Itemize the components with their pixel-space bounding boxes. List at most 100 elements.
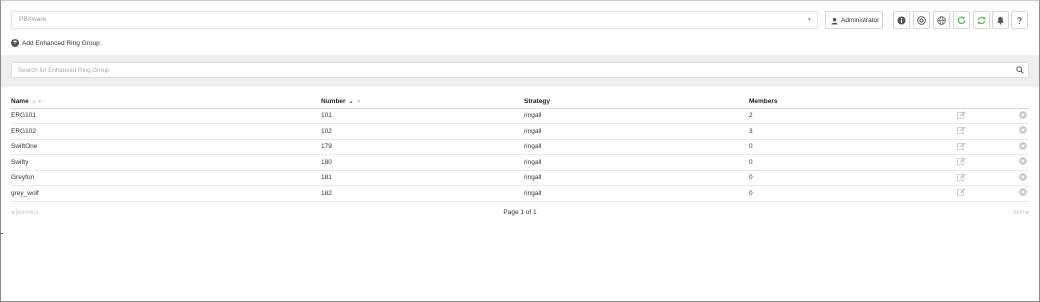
cell-number: 179 [321, 139, 524, 155]
cell-members: 0 [749, 154, 949, 171]
bell-icon [997, 16, 1004, 25]
cell-strategy: ringall [524, 123, 749, 140]
notifications-button[interactable] [992, 11, 1009, 29]
search-placeholder: Search for Enhanced Ring Group [18, 66, 110, 74]
edit-icon[interactable] [957, 188, 966, 197]
settings-icon [917, 15, 926, 25]
delete-icon[interactable] [1019, 141, 1027, 150]
chevron-down-icon: ▼ [807, 17, 812, 23]
cell-edit [949, 123, 994, 140]
sort-icon: ▲ ▼ [30, 99, 43, 105]
cell-members: 2 [749, 108, 949, 124]
column-header-strategy: Strategy [524, 96, 749, 109]
table-row[interactable]: SwiftOne 179 ringall 0 [11, 139, 1029, 155]
cell-members: 3 [749, 123, 949, 140]
edit-icon[interactable] [957, 111, 966, 119]
cell-delete [994, 108, 1029, 124]
cell-delete [994, 170, 1029, 186]
cell-number: 101 [321, 108, 524, 124]
column-strategy-label: Strategy [524, 98, 551, 106]
language-button[interactable] [933, 11, 950, 29]
table-row[interactable]: Swifty 180 ringall 0 [11, 154, 1029, 171]
cell-edit [949, 139, 994, 155]
user-menu-label: Administrator [841, 16, 880, 24]
info-icon [897, 15, 906, 25]
pagination: ◂ previous Page 1 of 1 next ▸ [11, 208, 1029, 218]
delete-icon[interactable] [1019, 157, 1027, 166]
cell-members: 0 [749, 139, 949, 155]
cell-strategy: ringall [524, 108, 749, 124]
help-button[interactable] [1011, 11, 1028, 29]
edit-icon[interactable] [957, 157, 966, 166]
cell-edit [949, 185, 994, 202]
column-header-edit [949, 96, 994, 109]
next-label: next [1012, 210, 1025, 216]
table-row[interactable]: grey_wolf 182 ringall 0 [11, 185, 1029, 202]
table-row[interactable]: Greyfon 181 ringall 0 [11, 170, 1029, 186]
cell-delete [994, 185, 1029, 202]
settings-button[interactable] [913, 11, 930, 29]
cell-name[interactable]: SwiftOne [11, 139, 321, 155]
delete-icon[interactable] [1019, 110, 1027, 119]
column-header-delete [994, 96, 1029, 109]
cell-number: 102 [321, 123, 524, 140]
next-page-link[interactable]: next ▸ [1013, 209, 1029, 216]
cell-members: 0 [749, 170, 949, 186]
column-name-label: Name [11, 98, 29, 106]
cell-edit [949, 108, 994, 124]
cell-strategy: ringall [524, 154, 749, 171]
column-header-number[interactable]: Number ▲ ▼ [321, 96, 524, 109]
cell-delete [994, 123, 1029, 140]
user-menu-button[interactable]: Administrator [825, 11, 883, 29]
column-header-members: Members [749, 96, 949, 109]
table-header-row: Name ▲ ▼ Number ▲ ▼ Strategy Members [11, 96, 1029, 109]
cell-number: 181 [321, 170, 524, 186]
cell-strategy: ringall [524, 139, 749, 155]
cell-name[interactable]: grey_wolf [11, 185, 321, 202]
cell-edit [949, 170, 994, 186]
page-info: Page 1 of 1 [503, 209, 537, 216]
cell-strategy: ringall [524, 170, 749, 186]
user-icon [831, 17, 838, 25]
cell-edit [949, 154, 994, 171]
cell-name[interactable]: ERG101 [11, 108, 321, 124]
delete-icon[interactable] [1019, 188, 1027, 197]
info-button[interactable] [893, 11, 910, 29]
globe-icon [937, 15, 946, 25]
edge-marker [0, 233, 3, 234]
add-button-label: Add Enhanced Ring Group [22, 39, 100, 47]
ring-group-table: Name ▲ ▼ Number ▲ ▼ Strategy Members ERG… [11, 96, 1029, 202]
plus-circle-icon: + [11, 39, 19, 47]
table-row[interactable]: ERG101 101 ringall 2 [11, 108, 1029, 124]
search-icon[interactable] [1016, 66, 1024, 74]
column-header-name[interactable]: Name ▲ ▼ [11, 96, 321, 109]
cell-name[interactable]: Swifty [11, 154, 321, 171]
sort-asc-icon: ▲ [347, 99, 354, 105]
cell-name[interactable]: Greyfon [11, 170, 321, 186]
column-members-label: Members [749, 98, 778, 106]
delete-icon[interactable] [1019, 172, 1027, 181]
cell-number: 182 [321, 185, 524, 202]
sort-desc-icon: ▼ [355, 99, 361, 105]
pbx-select-placeholder: PBXware [19, 16, 47, 23]
table-row[interactable]: ERG102 102 ringall 3 [11, 123, 1029, 140]
cell-members: 0 [749, 185, 949, 202]
cell-delete [994, 154, 1029, 171]
cell-number: 180 [321, 154, 524, 171]
cell-name[interactable]: ERG102 [11, 123, 321, 140]
reload-button[interactable] [953, 11, 970, 29]
help-icon [1017, 16, 1022, 24]
edit-icon[interactable] [957, 173, 966, 181]
reload-icon [957, 16, 966, 24]
delete-icon[interactable] [1019, 126, 1027, 135]
sync-icon [977, 16, 986, 24]
cell-strategy: ringall [524, 185, 749, 202]
add-enhanced-ring-group-button[interactable]: + Add Enhanced Ring Group [11, 38, 100, 48]
pbx-select[interactable]: PBXware ▼ [11, 11, 818, 29]
edit-icon[interactable] [957, 142, 966, 150]
cell-delete [994, 139, 1029, 155]
search-input[interactable]: Search for Enhanced Ring Group [11, 62, 1029, 78]
column-number-label: Number [321, 98, 346, 106]
sync-button[interactable] [973, 11, 990, 29]
edit-icon[interactable] [957, 126, 966, 135]
